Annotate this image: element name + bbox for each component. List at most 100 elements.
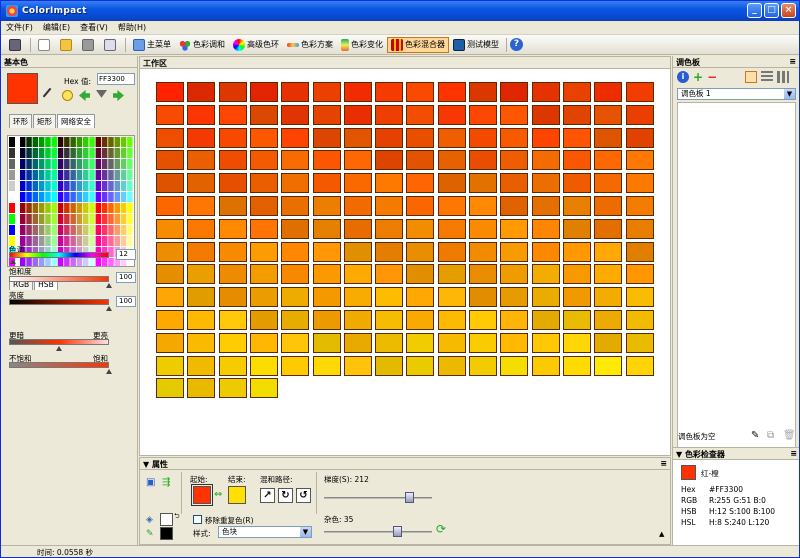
palette-swatch[interactable] bbox=[51, 181, 58, 191]
palette-swatch[interactable] bbox=[45, 214, 51, 224]
palette-swatch[interactable] bbox=[101, 159, 108, 169]
blend-color-cell[interactable] bbox=[531, 150, 560, 171]
palette-swatch[interactable] bbox=[70, 137, 76, 147]
blend-color-cell[interactable] bbox=[406, 241, 435, 262]
palette-swatch[interactable] bbox=[120, 192, 127, 202]
blend-color-cell[interactable] bbox=[469, 82, 497, 102]
blend-color-cell[interactable] bbox=[406, 264, 435, 285]
blend-color-cell[interactable] bbox=[594, 310, 623, 330]
eyedropper-icon[interactable]: ✎ bbox=[751, 430, 759, 441]
blend-color-cell[interactable] bbox=[156, 127, 184, 148]
blend-color-cell[interactable] bbox=[594, 127, 623, 148]
palette-swatch[interactable] bbox=[70, 148, 76, 158]
blend-color-cell[interactable] bbox=[187, 196, 216, 216]
blend-color-cell[interactable] bbox=[156, 241, 184, 262]
brightness-thumb[interactable] bbox=[106, 306, 112, 311]
palette-swatch[interactable] bbox=[26, 170, 32, 180]
blend-color-cell[interactable] bbox=[218, 196, 247, 216]
palette-swatch[interactable] bbox=[89, 148, 95, 158]
palette-swatch[interactable] bbox=[83, 203, 89, 213]
palette-swatch[interactable] bbox=[89, 214, 95, 224]
palette-swatch[interactable] bbox=[95, 214, 102, 224]
blend-color-cell[interactable] bbox=[312, 218, 341, 239]
palette-swatch[interactable] bbox=[70, 159, 76, 169]
blend-color-cell[interactable] bbox=[437, 218, 466, 239]
blend-color-cell[interactable] bbox=[375, 173, 404, 194]
palette-swatch[interactable] bbox=[57, 225, 64, 235]
palette-swatch[interactable] bbox=[101, 236, 108, 246]
blend-color-cell[interactable] bbox=[594, 173, 623, 194]
saturation-thumb[interactable] bbox=[106, 283, 112, 288]
palette-swatch[interactable] bbox=[127, 214, 133, 224]
list-view-icon[interactable] bbox=[745, 71, 758, 83]
palette-swatch[interactable] bbox=[64, 137, 70, 147]
blend-color-cell[interactable] bbox=[437, 355, 466, 376]
blend-color-cell[interactable] bbox=[156, 378, 184, 399]
palette-swatch[interactable] bbox=[127, 159, 133, 169]
palette-swatch[interactable] bbox=[32, 148, 39, 158]
end-color-swatch[interactable] bbox=[228, 486, 246, 504]
blend-color-cell[interactable] bbox=[343, 82, 372, 102]
new-button[interactable] bbox=[34, 37, 56, 53]
palette-swatch[interactable] bbox=[120, 203, 127, 213]
blend-color-cell[interactable] bbox=[531, 218, 560, 239]
palette-swatch[interactable] bbox=[32, 181, 39, 191]
blend-color-cell[interactable] bbox=[437, 241, 466, 262]
palette-swatch[interactable] bbox=[83, 192, 89, 202]
palette-swatch[interactable] bbox=[45, 192, 51, 202]
palette-swatch[interactable] bbox=[57, 137, 64, 147]
palette-swatch[interactable] bbox=[57, 148, 64, 158]
palette-swatch[interactable] bbox=[120, 148, 127, 158]
palette-swatch[interactable] bbox=[120, 236, 127, 246]
palette-swatch[interactable] bbox=[38, 148, 45, 158]
blend-color-cell[interactable] bbox=[156, 264, 184, 285]
blend-color-cell[interactable] bbox=[187, 378, 216, 399]
blend-color-cell[interactable] bbox=[625, 82, 654, 102]
palette-swatch[interactable] bbox=[32, 214, 39, 224]
blend-color-cell[interactable] bbox=[375, 150, 404, 171]
palette-swatch[interactable] bbox=[45, 181, 51, 191]
blend-color-cell[interactable] bbox=[281, 287, 310, 308]
palette-swatch[interactable] bbox=[83, 214, 89, 224]
palette-swatch[interactable] bbox=[95, 258, 102, 267]
blend-color-cell[interactable] bbox=[437, 82, 466, 102]
menu-view[interactable]: 查看(V) bbox=[75, 22, 113, 33]
blend-color-cell[interactable] bbox=[594, 355, 623, 376]
palette-swatch[interactable] bbox=[38, 236, 45, 246]
panel-menu-icon[interactable]: ≡ bbox=[789, 57, 796, 66]
palette-swatch[interactable] bbox=[76, 192, 83, 202]
blend-color-cell[interactable] bbox=[312, 287, 341, 308]
blend-color-cell[interactable] bbox=[562, 127, 591, 148]
palette-swatch[interactable] bbox=[57, 159, 64, 169]
blend-color-cell[interactable] bbox=[187, 127, 216, 148]
noise-slider[interactable] bbox=[324, 531, 432, 533]
palette-swatch[interactable] bbox=[95, 170, 102, 180]
blend-color-cell[interactable] bbox=[156, 218, 184, 239]
blend-color-cell[interactable] bbox=[562, 332, 591, 353]
palette-swatch[interactable] bbox=[51, 258, 58, 267]
palette-swatch[interactable] bbox=[9, 203, 15, 213]
palette-swatch[interactable] bbox=[38, 137, 45, 147]
blend-color-cell[interactable] bbox=[312, 332, 341, 353]
blend-color-cell[interactable] bbox=[437, 150, 466, 171]
save-button[interactable] bbox=[78, 37, 100, 53]
palette-swatch[interactable] bbox=[76, 225, 83, 235]
palette-swatch[interactable] bbox=[83, 159, 89, 169]
palette-swatch[interactable] bbox=[26, 181, 32, 191]
swap-icon[interactable]: ⇔ bbox=[214, 489, 222, 500]
palette-swatch[interactable] bbox=[20, 192, 26, 202]
blend-color-cell[interactable] bbox=[343, 287, 372, 308]
palette-swatch[interactable] bbox=[95, 203, 102, 213]
blend-color-cell[interactable] bbox=[187, 332, 216, 353]
blend-color-cell[interactable] bbox=[249, 264, 278, 285]
palette-swatch[interactable] bbox=[45, 203, 51, 213]
palette-swatch[interactable] bbox=[20, 159, 26, 169]
blend-color-cell[interactable] bbox=[218, 173, 247, 194]
palette-swatch[interactable] bbox=[26, 148, 32, 158]
palette-swatch[interactable] bbox=[120, 137, 127, 147]
palette-swatch[interactable] bbox=[95, 192, 102, 202]
blend-color-cell[interactable] bbox=[249, 82, 278, 102]
palette-swatch[interactable] bbox=[45, 137, 51, 147]
blend-color-cell[interactable] bbox=[531, 332, 560, 353]
blend-color-cell[interactable] bbox=[406, 82, 435, 102]
